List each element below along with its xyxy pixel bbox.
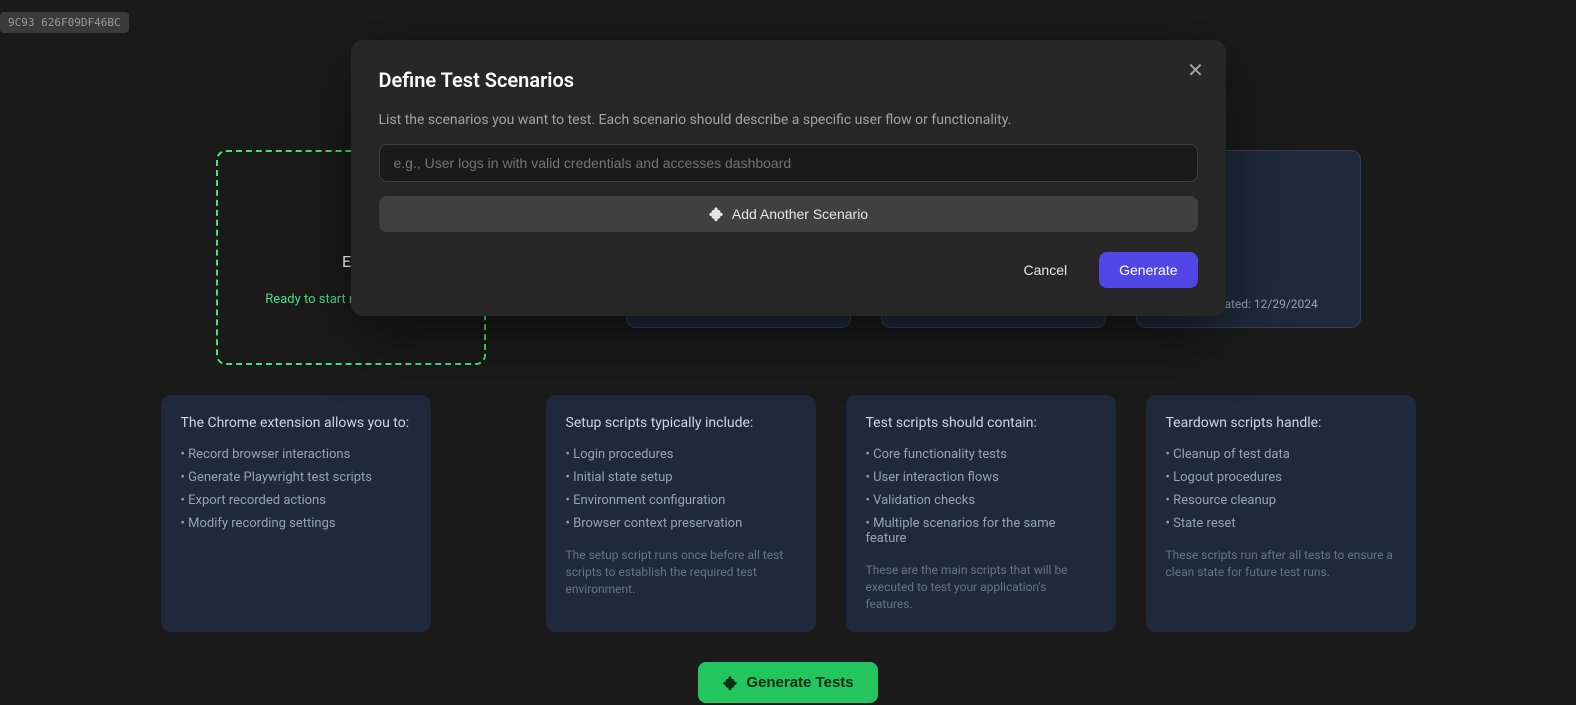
puzzle-icon (708, 206, 724, 222)
modal-overlay: ✕ Define Test Scenarios List the scenari… (0, 0, 1576, 705)
modal-description: List the scenarios you want to test. Eac… (379, 112, 1198, 128)
modal-actions: Cancel Generate (379, 252, 1198, 288)
close-icon: ✕ (1187, 58, 1204, 83)
define-scenarios-modal: ✕ Define Test Scenarios List the scenari… (351, 40, 1226, 316)
cancel-button[interactable]: Cancel (1004, 252, 1088, 288)
add-scenario-button[interactable]: Add Another Scenario (379, 196, 1198, 232)
modal-title: Define Test Scenarios (379, 68, 1198, 92)
close-button[interactable]: ✕ (1184, 58, 1208, 82)
add-scenario-label: Add Another Scenario (732, 206, 868, 222)
generate-button[interactable]: Generate (1099, 252, 1197, 288)
scenario-input[interactable] (379, 144, 1198, 182)
